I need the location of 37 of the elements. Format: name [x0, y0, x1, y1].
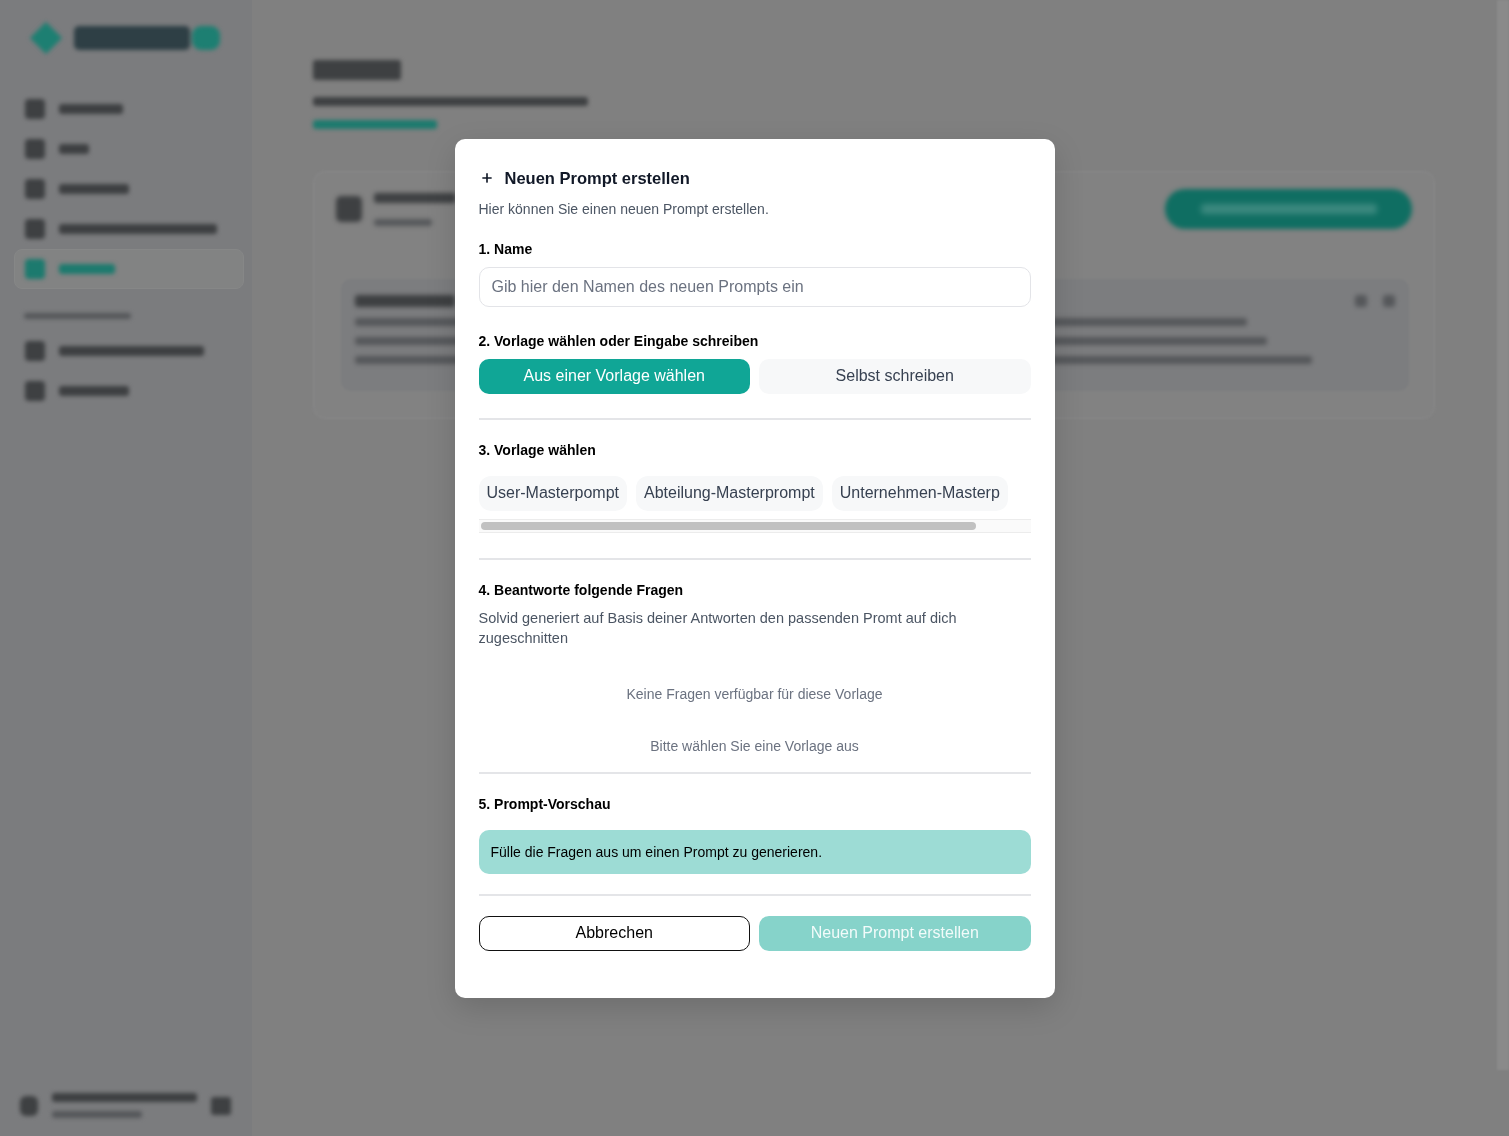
section-label: 3. Vorlage wählen [478, 440, 596, 460]
blurred-icon [25, 341, 45, 361]
blurred-icon [25, 99, 45, 119]
blurred-text [59, 184, 129, 194]
name-input[interactable]: Gib hier den Namen des neuen Prompts ein [478, 266, 1031, 307]
template-chip[interactable]: User-Masterpompt [478, 475, 627, 511]
template-chip[interactable]: Unternehmen-Masterp [831, 475, 1008, 511]
section-label: 1. Name [478, 239, 533, 259]
section-label: 4. Beantworte folgende Fragen [478, 580, 684, 600]
blurred-icon [211, 1096, 231, 1115]
prompt-preview: Fülle die Fragen aus um einen Prompt zu generieren. [478, 829, 1031, 874]
mode-toggle-button[interactable]: Selbst schreiben [759, 358, 1031, 394]
blurred-icon [25, 381, 45, 401]
section-description: Solvid generiert auf Basis deiner Antworten den passenden Promt auf dich zugeschnitten [478, 608, 958, 648]
blurred-icon [336, 196, 362, 222]
template-chip[interactable]: Abteilung-Masterprompt [636, 475, 823, 511]
blurred-text [59, 264, 115, 274]
blurred-icon [1383, 295, 1395, 307]
blurred-icon [25, 219, 45, 239]
blurred-icon [20, 1095, 38, 1116]
blurred-icon [25, 259, 45, 279]
cancel-button[interactable]: Abbrechen [478, 915, 750, 951]
blurred-text [59, 144, 89, 154]
dialog-subtitle: Hier können Sie einen neuen Prompt erstellen. [478, 199, 769, 219]
horizontal-scrollbar[interactable] [478, 518, 1031, 533]
section-label: 5. Prompt-Vorschau [478, 794, 611, 814]
empty-message: Keine Fragen verfügbar für diese Vorlage [626, 684, 883, 704]
blurred-text [59, 104, 123, 114]
blurred-text [59, 386, 129, 396]
hint-text: Bitte wählen Sie eine Vorlage aus [650, 736, 859, 756]
section-label: 2. Vorlage wählen oder Eingabe schreiben [478, 331, 759, 351]
blurred-icon [25, 179, 45, 199]
plus-icon [479, 170, 494, 185]
blurred-text [374, 218, 432, 226]
blurred-icon [1355, 295, 1367, 307]
blurred-icon [25, 139, 45, 159]
dialog-title: Neuen Prompt erstellen [504, 167, 690, 189]
